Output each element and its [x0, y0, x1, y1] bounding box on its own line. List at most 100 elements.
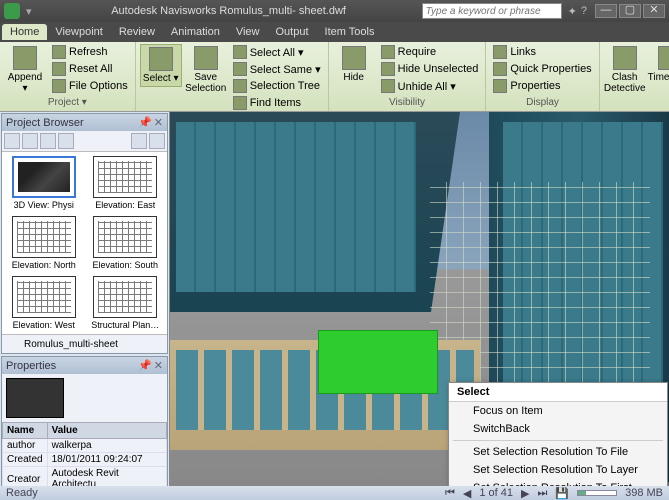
sheet-nav-last-icon[interactable]: ⏭	[537, 487, 547, 500]
reset-all-button[interactable]: Reset All	[49, 61, 131, 77]
tab-view[interactable]: View	[228, 24, 268, 40]
tab-home[interactable]: Home	[2, 24, 47, 40]
pb-tool-2[interactable]	[22, 133, 38, 149]
menu-item-set-selection-resolution-to-layer[interactable]: Set Selection Resolution To Layer	[449, 461, 667, 479]
sheet-thumb[interactable]: Elevation: South	[88, 216, 164, 270]
menu-item-label: Set Selection Resolution To Layer	[473, 464, 638, 476]
prop-header-value[interactable]: Value	[47, 423, 166, 439]
prop-header-name[interactable]: Name	[3, 423, 48, 439]
sheet-thumb[interactable]: Structural Plan…	[88, 276, 164, 330]
table-row[interactable]: Created18/01/2011 09:24:07	[3, 453, 167, 467]
select-button[interactable]: Select ▾	[140, 44, 182, 87]
menu-item-label: SwitchBack	[473, 423, 530, 435]
menu-item-switchback[interactable]: SwitchBack	[449, 420, 667, 438]
minimize-button[interactable]: —	[595, 4, 617, 18]
prop-name: Created	[3, 453, 48, 467]
pb-tool-1[interactable]	[4, 133, 20, 149]
ribbon-group-project-: Append ▾RefreshReset AllFile OptionsProj…	[0, 42, 136, 111]
refresh-button[interactable]: Refresh	[49, 44, 131, 60]
timeliner-button[interactable]: TimeLiner	[649, 44, 669, 85]
prop-value: 18/01/2011 09:24:07	[47, 453, 166, 467]
tab-review[interactable]: Review	[111, 24, 163, 40]
menu-item-set-selection-resolution-to-first-object[interactable]: Set Selection Resolution To First Object	[449, 479, 667, 486]
props-pin-icon[interactable]: 📌	[138, 359, 152, 372]
select-all-button[interactable]: Select All ▾	[230, 44, 324, 60]
pb-nav-icon[interactable]	[6, 337, 20, 351]
maximize-button[interactable]: ▢	[619, 4, 641, 18]
sheet-nav-first-icon[interactable]: ⏮	[445, 487, 455, 500]
close-button[interactable]: ✕	[643, 4, 665, 18]
save-selection-label: Save Selection	[185, 72, 226, 94]
select-same-label: Select Same ▾	[250, 63, 321, 76]
memory-text: 398 MB	[625, 487, 663, 499]
hide-unselected-button[interactable]: Hide Unselected	[378, 61, 482, 77]
links-icon	[493, 45, 507, 59]
clash-detective-label: Clash Detective	[604, 72, 646, 94]
sheet-thumb[interactable]: Elevation: North	[6, 216, 82, 270]
sheet-thumb[interactable]: Elevation: West	[6, 276, 82, 330]
links-button[interactable]: Links	[490, 44, 594, 60]
unhide-all-button[interactable]: Unhide All ▾	[378, 78, 482, 94]
sheet-thumb[interactable]: Elevation: East	[88, 156, 164, 210]
title-bar: ▾ Autodesk Navisworks Romulus_multi- she…	[0, 0, 669, 22]
tab-item-tools[interactable]: Item Tools	[317, 24, 383, 40]
quick-properties-button[interactable]: Quick Properties	[490, 61, 594, 77]
selected-element[interactable]	[318, 330, 438, 394]
help-icon[interactable]: ?	[581, 5, 587, 18]
properties-label: Properties	[510, 80, 560, 92]
project-browser-panel: Project Browser 📌✕ 3D View: PhysiElevati…	[1, 113, 168, 354]
ribbon-group-label: Display	[490, 96, 594, 109]
app-icon[interactable]	[4, 3, 20, 19]
pb-tool-3[interactable]	[40, 133, 56, 149]
select-all-label: Select All ▾	[250, 46, 304, 59]
hide-button[interactable]: Hide	[333, 44, 375, 85]
sheet-thumb[interactable]: 3D View: Physi	[6, 156, 82, 210]
file-options-button[interactable]: File Options	[49, 78, 131, 94]
tab-output[interactable]: Output	[268, 24, 317, 40]
pb-tool-list[interactable]	[149, 133, 165, 149]
panel-pin-icon[interactable]: 📌	[138, 116, 152, 129]
ribbon-group-label: Visibility	[333, 96, 482, 109]
append-label: Append ▾	[6, 72, 44, 94]
props-close-icon[interactable]: ✕	[154, 359, 163, 372]
select-same-button[interactable]: Select Same ▾	[230, 61, 324, 77]
timeliner-icon	[658, 46, 669, 70]
properties-button[interactable]: Properties	[490, 78, 594, 94]
save-selection-icon	[194, 46, 218, 70]
save-selection-button[interactable]: Save Selection	[185, 44, 227, 96]
pb-tool-4[interactable]	[58, 133, 74, 149]
properties-icon	[493, 79, 507, 93]
hide-icon	[342, 46, 366, 70]
file-options-label: File Options	[69, 80, 128, 92]
tab-viewpoint[interactable]: Viewpoint	[47, 24, 111, 40]
3d-viewport[interactable]: Select Focus on Item SwitchBack Set Select…	[170, 112, 669, 486]
panel-close-icon[interactable]: ✕	[154, 116, 163, 129]
menu-item-set-selection-resolution-to-file[interactable]: Set Selection Resolution To File	[449, 443, 667, 461]
table-row[interactable]: authorwalkerpa	[3, 439, 167, 453]
pb-tool-grid[interactable]	[131, 133, 147, 149]
infocenter-icon[interactable]: ✦	[568, 5, 577, 18]
require-button[interactable]: Require	[378, 44, 482, 60]
append-icon	[13, 46, 37, 70]
append-button[interactable]: Append ▾	[4, 44, 46, 96]
refresh-icon	[52, 45, 66, 59]
qat-arrow[interactable]: ▾	[26, 5, 32, 18]
sheet-nav-next-icon[interactable]: ▶	[521, 487, 529, 500]
clash-detective-button[interactable]: Clash Detective	[604, 44, 646, 96]
menu-item-focus-on-item[interactable]: Focus on Item	[449, 402, 667, 420]
project-browser-toolbar	[2, 131, 167, 152]
sheet-thumb-caption: 3D View: Physi	[14, 200, 74, 210]
selection-tree-button[interactable]: Selection Tree	[230, 78, 324, 94]
tab-animation[interactable]: Animation	[163, 24, 228, 40]
sheet-thumb-caption: Elevation: East	[95, 200, 155, 210]
context-menu-header: Select	[449, 383, 667, 402]
prop-value: walkerpa	[47, 439, 166, 453]
find-items-button[interactable]: Find Items	[230, 95, 324, 111]
sheet-nav-prev-icon[interactable]: ◀	[463, 487, 471, 500]
help-search-input[interactable]	[422, 3, 562, 19]
menu-item-label: Focus on Item	[473, 405, 543, 417]
links-label: Links	[510, 46, 536, 58]
sheet-thumb-caption: Elevation: South	[92, 260, 158, 270]
hide-label: Hide	[343, 72, 364, 83]
clash-detective-icon	[613, 46, 637, 70]
